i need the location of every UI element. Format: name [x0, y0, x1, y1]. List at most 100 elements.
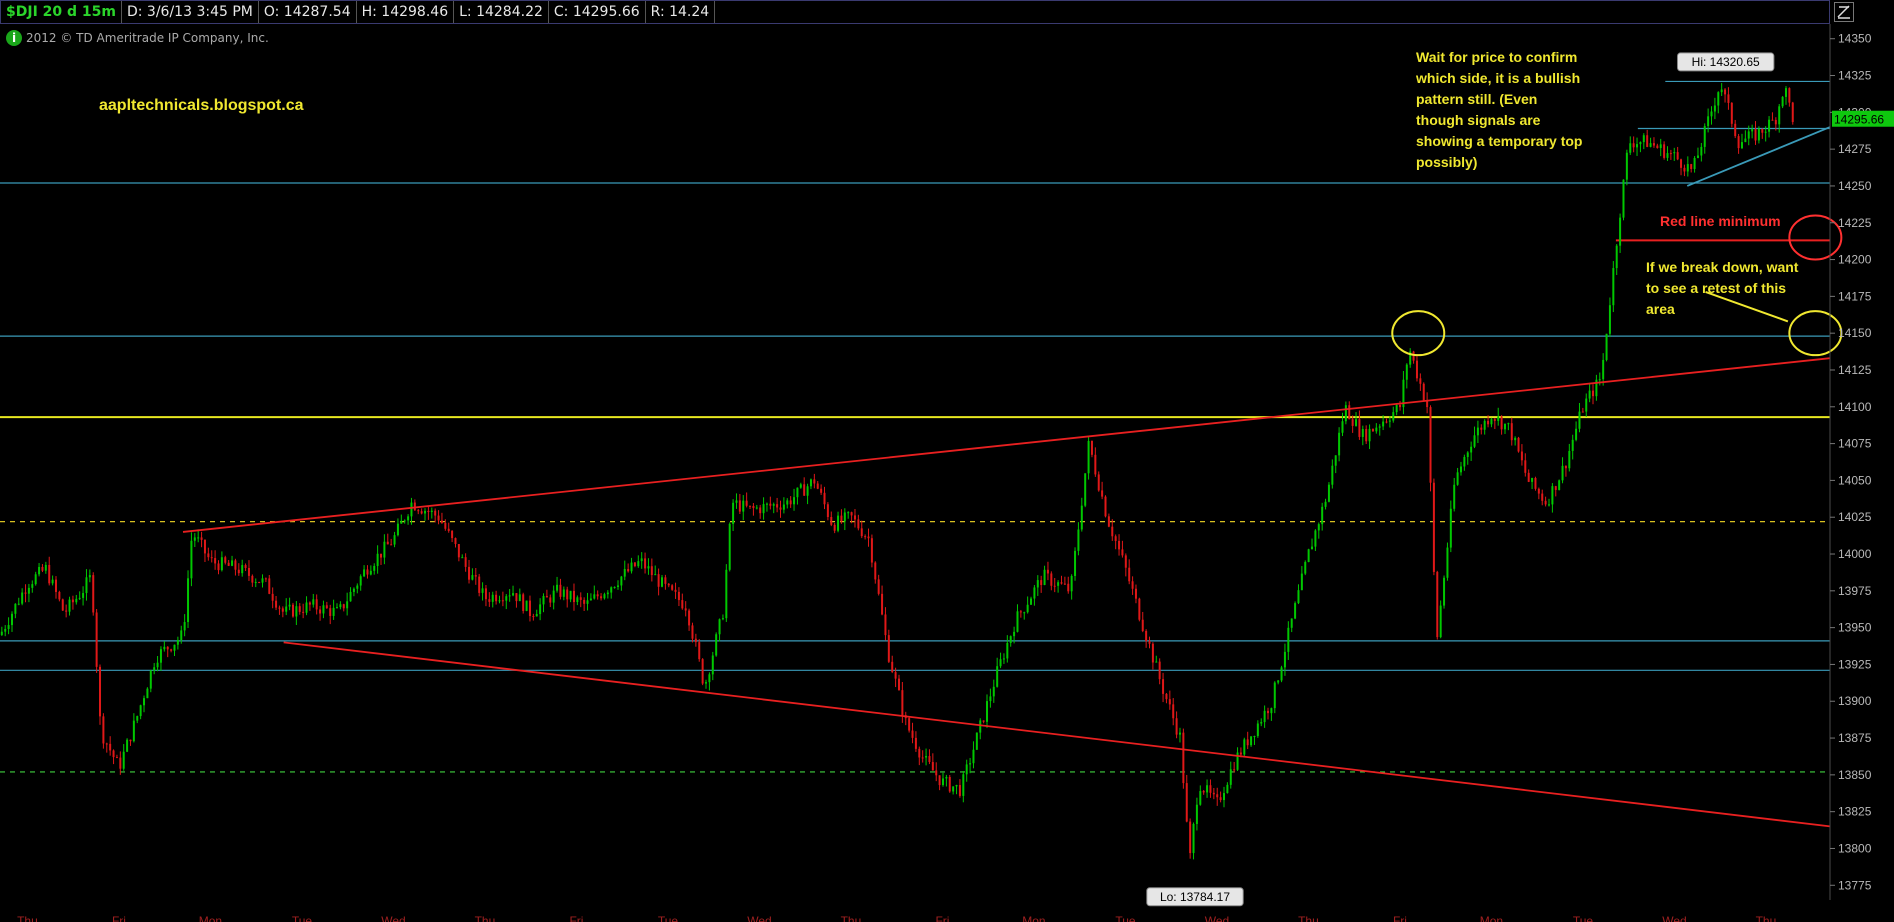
candle-body [989, 696, 992, 702]
candle-body [85, 577, 88, 594]
candle-body [1788, 88, 1791, 103]
candle-body [1436, 571, 1439, 638]
candle-body [1740, 142, 1743, 149]
candle-body [1466, 452, 1469, 458]
candle-body [586, 600, 589, 604]
candle-body [234, 560, 237, 570]
candle-body [1510, 423, 1513, 441]
price-tick-label: 14000 [1838, 547, 1872, 561]
candle-body [48, 564, 51, 584]
candle-body [302, 611, 305, 613]
candle-body [1419, 378, 1422, 384]
candle-body [620, 576, 623, 586]
price-chart[interactable]: Hi: 14320.65 Lo: 13784.17 13775 13800 13825… [0, 0, 1894, 922]
candle-body [843, 512, 846, 522]
candle-body [1476, 427, 1479, 436]
candle-body [1358, 419, 1361, 437]
candle-body [1585, 398, 1588, 412]
candle-body [251, 575, 254, 583]
candle-body [911, 730, 914, 738]
candle-body [1446, 547, 1449, 578]
day-label: Thu [841, 914, 862, 922]
price-tick-label: 13875 [1838, 731, 1872, 745]
candle-body [650, 566, 653, 576]
candle-body [434, 510, 437, 516]
candle-body [424, 510, 427, 514]
chart-settings-button[interactable] [1834, 2, 1854, 22]
candle-body [275, 600, 278, 608]
candle-body [1483, 420, 1486, 430]
candle-body [0, 631, 3, 635]
candle-body [786, 500, 789, 505]
candle-body [115, 757, 118, 759]
candle-body [7, 625, 10, 629]
candle-body [332, 607, 335, 616]
candle-body [41, 566, 44, 571]
candle-body [1206, 785, 1209, 793]
price-tick-label: 14175 [1838, 289, 1872, 303]
candle-body [1158, 661, 1161, 680]
day-label: Wed [381, 914, 405, 922]
candle-body [528, 600, 531, 617]
candle-body [853, 515, 856, 520]
candle-body [1517, 437, 1520, 452]
candle-body [881, 593, 884, 615]
day-label: Mon [199, 914, 222, 922]
copyright-text: 2012 © TD Ameritrade IP Company, Inc. [26, 31, 269, 45]
candle-body [31, 584, 34, 588]
candle-body [305, 602, 308, 613]
candle-body [1473, 435, 1476, 447]
candle-body [569, 590, 572, 600]
candle-body [444, 522, 447, 529]
candle-body [850, 512, 853, 516]
candle-body [173, 644, 176, 651]
candle-body [1195, 804, 1198, 824]
day-label: Fri [112, 914, 126, 922]
candle-body [952, 786, 955, 792]
candle-body [1652, 143, 1655, 146]
candle-body [1378, 426, 1381, 428]
candle-body [512, 593, 515, 596]
candle-body [241, 565, 244, 574]
candle-body [1101, 490, 1104, 497]
candle-body [1730, 102, 1733, 124]
candle-body [1761, 128, 1764, 133]
candle-body [1317, 524, 1320, 531]
candle-body [782, 504, 785, 510]
candle-body [600, 596, 603, 599]
candle-body [1449, 508, 1452, 548]
candle-body [1239, 752, 1242, 755]
candle-body [745, 500, 748, 506]
candle-body [969, 763, 972, 765]
candle-body [1168, 699, 1171, 705]
candle-body [1009, 636, 1012, 644]
candle-body [928, 756, 931, 763]
candle-body [1639, 142, 1642, 145]
candle-body [1307, 549, 1310, 562]
high-readout: H: 14298.46 [357, 1, 455, 23]
symbol-label[interactable]: $DJI 20 d 15m [1, 1, 122, 23]
candle-body [562, 589, 565, 597]
info-circle-icon[interactable]: i [6, 30, 22, 46]
candle-body [762, 504, 765, 514]
candle-body [579, 597, 582, 600]
candle-body [1178, 732, 1181, 735]
candle-body [1656, 145, 1659, 148]
candle-body [1209, 785, 1212, 793]
candle-body [681, 600, 684, 609]
candle-body [329, 608, 332, 616]
candle-body [1331, 465, 1334, 485]
candle-body [58, 591, 61, 600]
candle-body [1141, 619, 1144, 631]
price-tick-label: 14200 [1838, 253, 1872, 267]
candle-body [271, 593, 274, 601]
candle-body [227, 562, 230, 566]
candle-body [1592, 390, 1595, 397]
candle-body [1497, 416, 1500, 421]
price-tick-label: 13800 [1838, 841, 1872, 855]
candle-body [616, 585, 619, 587]
candle-body [261, 578, 264, 583]
candle-body [589, 598, 592, 601]
candle-body [1666, 153, 1669, 158]
candle-body [1280, 667, 1283, 681]
